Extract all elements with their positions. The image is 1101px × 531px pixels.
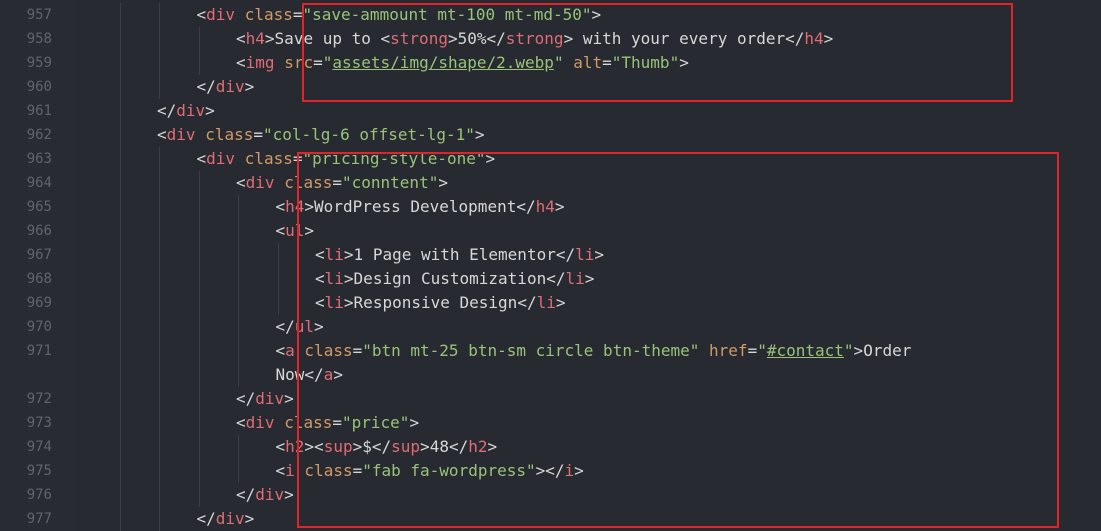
line-number: 962	[26, 127, 52, 143]
code-token: <	[157, 125, 167, 144]
code-token: div	[215, 509, 245, 528]
code-token: div	[255, 389, 285, 408]
code-token: >	[284, 389, 294, 408]
code-token: <	[196, 149, 207, 168]
code-token: div	[215, 77, 245, 96]
code-token: a	[285, 341, 295, 360]
line-number: 968	[26, 271, 52, 287]
line-number: 961	[26, 103, 52, 119]
code-editor[interactable]: 957 <div class="save-ammount mt-100 mt-md…	[0, 0, 1101, 531]
code-token: <	[236, 29, 246, 48]
code-token: <	[236, 173, 246, 192]
line-number: 964	[26, 175, 52, 191]
highlight-box-save-amount	[302, 3, 1013, 102]
code-token: >	[244, 77, 255, 96]
code-token: "col-lg-6 offset-lg-1"	[263, 125, 475, 144]
code-token: =	[253, 125, 263, 144]
line-number: 965	[26, 199, 52, 215]
code-text: </div>	[236, 387, 294, 411]
code-token: div	[255, 485, 285, 504]
code-text: <div class="col-lg-6 offset-lg-1">	[157, 123, 485, 147]
code-token: <	[275, 437, 286, 456]
line-number: 960	[26, 79, 52, 95]
code-token: </	[196, 77, 216, 96]
code-token: <	[236, 53, 246, 72]
code-token: <	[275, 197, 286, 216]
code-text: </div>	[197, 75, 255, 99]
code-token: class	[244, 5, 293, 24]
code-token: <	[275, 221, 286, 240]
line-number: 958	[26, 31, 52, 47]
code-token: >	[284, 485, 294, 504]
code-token: >	[264, 29, 275, 48]
code-token: <	[275, 461, 286, 480]
code-token: <	[236, 413, 246, 432]
code-token: <	[275, 341, 286, 360]
code-token: <	[196, 5, 207, 24]
code-line[interactable]: 961 </div>	[0, 99, 1101, 123]
code-token: div	[245, 413, 275, 432]
line-number: 957	[26, 7, 52, 23]
code-token: >	[205, 101, 215, 120]
highlight-box-pricing-style	[297, 152, 1059, 528]
line-number: 972	[26, 391, 52, 407]
code-token: div	[245, 173, 275, 192]
code-text: </div>	[236, 483, 294, 507]
code-token: div	[166, 125, 196, 144]
line-number: 969	[26, 295, 52, 311]
code-token: class	[205, 125, 254, 144]
line-number: 963	[26, 151, 52, 167]
line-number: 976	[26, 487, 52, 503]
code-token: >	[244, 509, 255, 528]
code-token: >	[474, 125, 485, 144]
code-token: img	[245, 53, 275, 72]
line-number: 967	[26, 247, 52, 263]
code-line[interactable]: 962 <div class="col-lg-6 offset-lg-1">	[0, 123, 1101, 147]
code-token: </	[236, 485, 256, 504]
line-number: 974	[26, 439, 52, 455]
line-number: 977	[26, 511, 52, 527]
line-number: 975	[26, 463, 52, 479]
code-token: class	[244, 149, 293, 168]
code-text: </div>	[157, 99, 215, 123]
code-token: div	[176, 101, 206, 120]
line-number: 959	[26, 55, 52, 71]
code-token: </	[196, 509, 216, 528]
code-token: i	[285, 461, 295, 480]
line-number: 973	[26, 415, 52, 431]
line-number: 966	[26, 223, 52, 239]
code-token: </	[236, 389, 256, 408]
code-token: </	[275, 317, 295, 336]
code-token: </	[157, 101, 177, 120]
code-text: </div>	[197, 507, 255, 531]
code-token: h4	[245, 29, 265, 48]
code-token: div	[206, 5, 236, 24]
line-number: 970	[26, 319, 52, 335]
code-token: div	[206, 149, 236, 168]
line-number: 971	[26, 343, 52, 359]
